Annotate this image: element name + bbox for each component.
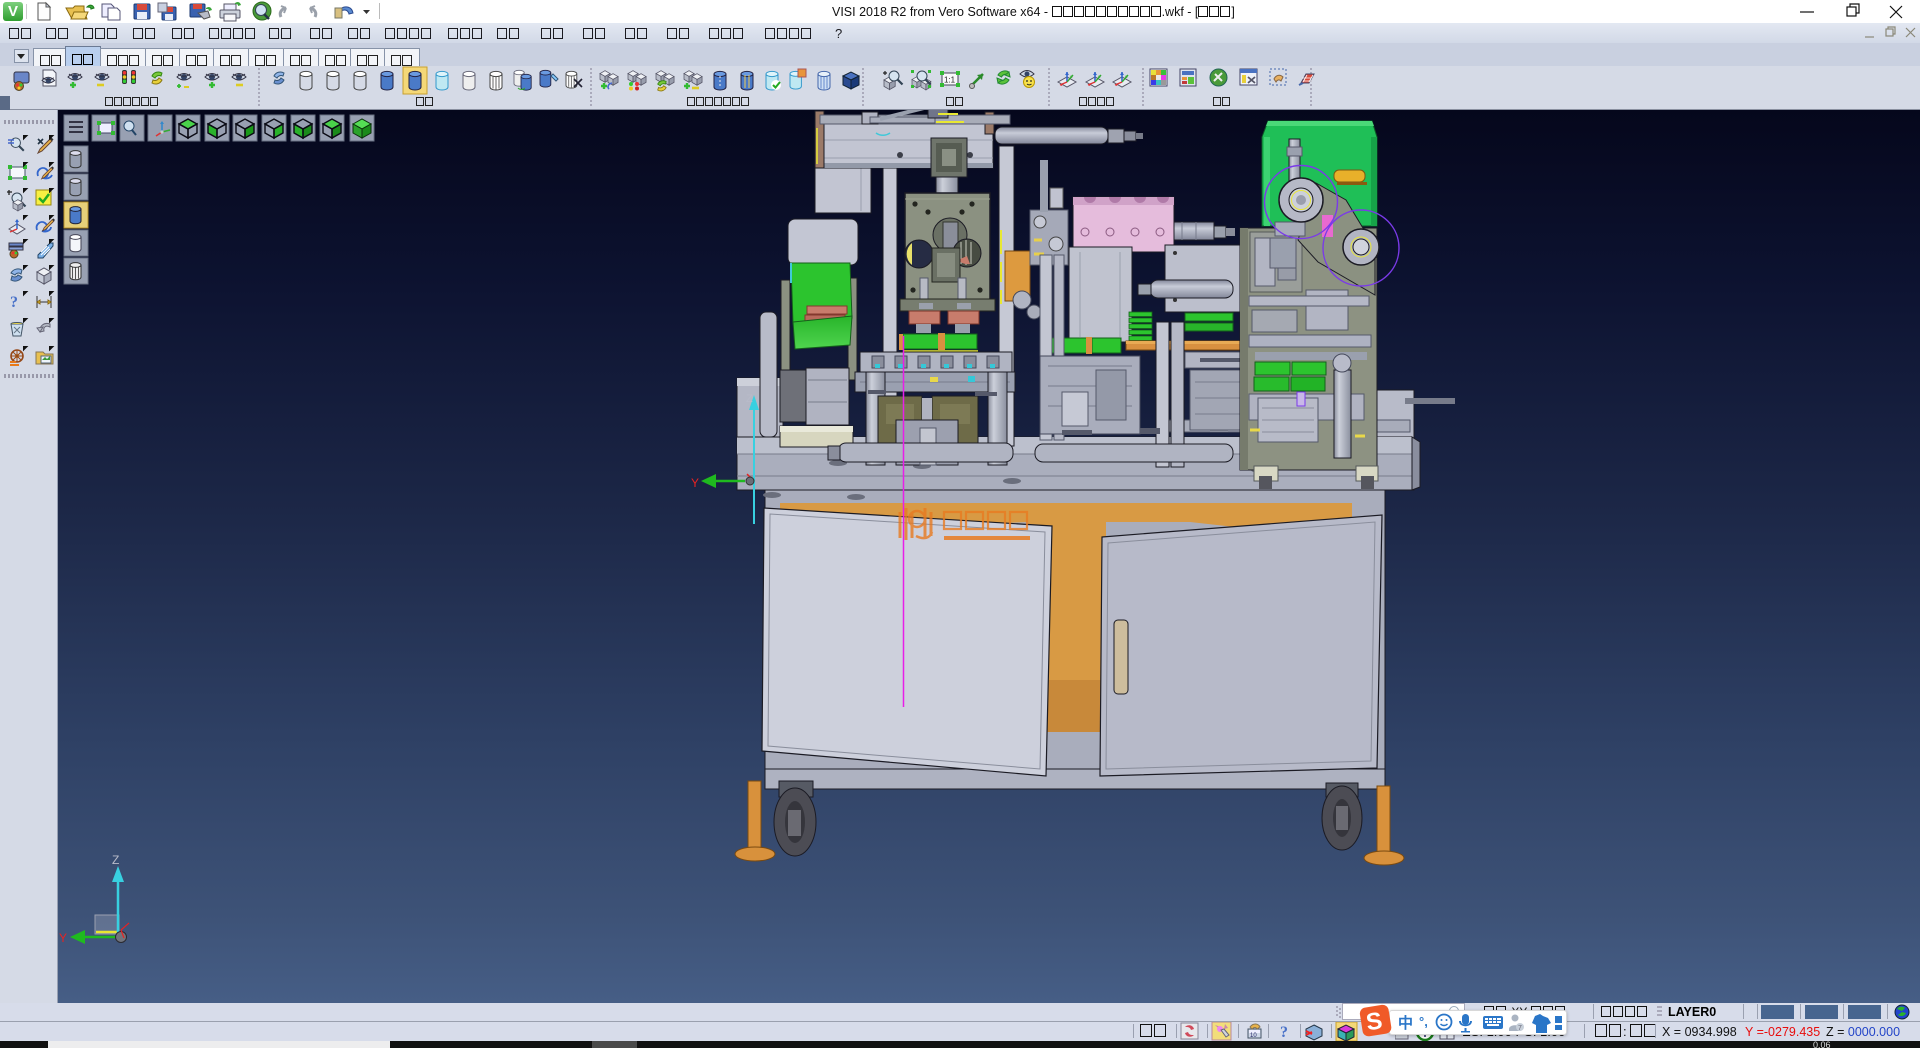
svg-text:1:1: 1:1	[944, 76, 956, 85]
svg-text:Z: Z	[746, 393, 753, 405]
svg-text:Y: Y	[59, 931, 67, 945]
svg-text:Z: Z	[112, 853, 119, 867]
svg-text:10: 10	[1250, 1033, 1257, 1039]
svg-text:中: 中	[1398, 1014, 1413, 1032]
svg-text:?: ?	[1280, 1024, 1288, 1041]
svg-text:7: 7	[1518, 1025, 1522, 1032]
svg-text:Y: Y	[691, 476, 699, 490]
svg-text:°,: °,	[1419, 1014, 1428, 1029]
